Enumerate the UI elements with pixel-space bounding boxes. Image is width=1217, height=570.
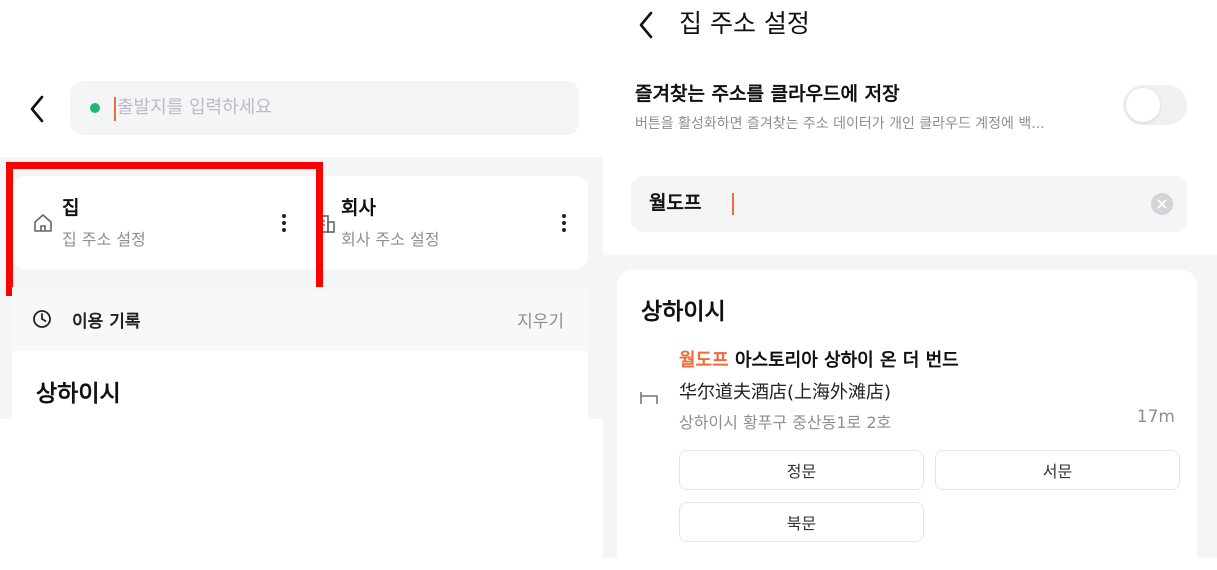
close-icon xyxy=(1157,199,1167,209)
address-search-value: 월도프 xyxy=(649,192,702,214)
search-placeholder: 출발지를 입력하세요 xyxy=(117,97,272,118)
place-name: 월도프 아스토리아 상하이 온 더 번드 xyxy=(679,346,959,372)
favorite-company-subtitle: 회사 주소 설정 xyxy=(341,230,440,249)
place-address: 상하이시 황푸구 중산동1로 2호 xyxy=(679,413,892,432)
search-results-card: 상하이시 월도프 아스토리아 상하이 온 더 번드 华尔道夫酒店(上海外滩店) … xyxy=(617,270,1197,570)
history-section: 이용 기록 지우기 상하이시 xyxy=(12,287,588,419)
history-header: 이용 기록 지우기 xyxy=(12,287,588,351)
cloud-save-title: 즐겨찾는 주소를 클라우드에 저장 xyxy=(635,83,900,105)
hotel-icon xyxy=(640,392,658,404)
history-city-header: 상하이시 xyxy=(36,381,121,407)
place-result[interactable]: 월도프 아스토리아 상하이 온 더 번드 华尔道夫酒店(上海外滩店) 상하이시 … xyxy=(617,330,1197,440)
back-button[interactable] xyxy=(22,92,52,126)
text-caret xyxy=(732,193,734,215)
origin-search-input[interactable]: 출발지를 입력하세요 xyxy=(70,81,579,135)
gate-north-button[interactable]: 북문 xyxy=(679,502,924,542)
highlight-box xyxy=(6,162,323,296)
place-name-cn: 华尔道夫酒店(上海外滩店) xyxy=(679,382,892,403)
clock-icon xyxy=(33,310,51,328)
chevron-left-icon xyxy=(639,11,653,39)
gate-main-button[interactable]: 정문 xyxy=(679,450,924,490)
page-title: 집 주소 설정 xyxy=(679,9,810,38)
place-distance: 17m xyxy=(1136,407,1175,427)
gate-west-button[interactable]: 서문 xyxy=(935,450,1180,490)
toggle-knob xyxy=(1126,88,1160,122)
results-city-header: 상하이시 xyxy=(641,299,726,325)
text-caret xyxy=(114,97,116,121)
favorite-company[interactable]: 회사 회사 주소 설정 xyxy=(312,176,588,270)
place-name-highlight: 월도프 xyxy=(679,350,729,371)
history-title: 이용 기록 xyxy=(72,312,141,332)
address-search-input[interactable]: 월도프 xyxy=(631,176,1187,232)
history-clear-button[interactable]: 지우기 xyxy=(517,307,564,332)
origin-search-screen: 출발지를 입력하세요 집 집 주소 설정 회사 회사 주소 설정 이용 기록 지… xyxy=(0,0,603,558)
origin-dot-icon xyxy=(90,103,100,113)
company-more-button[interactable] xyxy=(554,209,574,237)
cloud-save-description: 버튼을 활성화하면 즐겨찾는 주소 데이터가 개인 클라우드 계정에 백... xyxy=(635,116,1045,132)
place-name-rest: 아스토리아 상하이 온 더 번드 xyxy=(728,350,959,371)
home-address-screen: 집 주소 설정 즐겨찾는 주소를 클라우드에 저장 버튼을 활성화하면 즐겨찾는… xyxy=(603,0,1217,570)
chevron-left-icon xyxy=(30,95,44,123)
clear-input-button[interactable] xyxy=(1151,193,1173,215)
favorite-company-title: 회사 xyxy=(341,197,376,219)
cloud-save-toggle[interactable] xyxy=(1123,85,1187,125)
back-button[interactable] xyxy=(631,8,661,42)
